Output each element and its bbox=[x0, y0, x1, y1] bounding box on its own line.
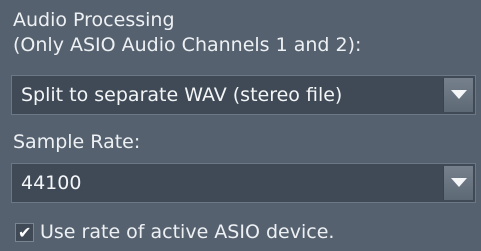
sample-rate-label: Sample Rate: bbox=[13, 131, 141, 153]
chevron-down-icon bbox=[451, 178, 467, 187]
audio-processing-value: Split to separate WAV (stereo file) bbox=[21, 84, 343, 106]
sample-rate-select[interactable]: 44100 bbox=[11, 163, 476, 203]
audio-processing-label: Audio Processing bbox=[13, 9, 175, 31]
use-active-rate-checkbox[interactable]: ✔ bbox=[15, 223, 34, 242]
audio-processing-sublabel: (Only ASIO Audio Channels 1 and 2): bbox=[13, 34, 362, 56]
audio-settings-panel: Audio Processing (Only ASIO Audio Channe… bbox=[0, 0, 481, 251]
audio-processing-dropdown-button[interactable] bbox=[443, 78, 473, 112]
audio-processing-select[interactable]: Split to separate WAV (stereo file) bbox=[11, 75, 476, 115]
sample-rate-dropdown-button[interactable] bbox=[443, 166, 473, 200]
checkmark-icon: ✔ bbox=[18, 223, 32, 242]
use-active-rate-label[interactable]: Use rate of active ASIO device. bbox=[40, 220, 334, 244]
sample-rate-value: 44100 bbox=[21, 172, 82, 194]
chevron-down-icon bbox=[451, 90, 467, 99]
